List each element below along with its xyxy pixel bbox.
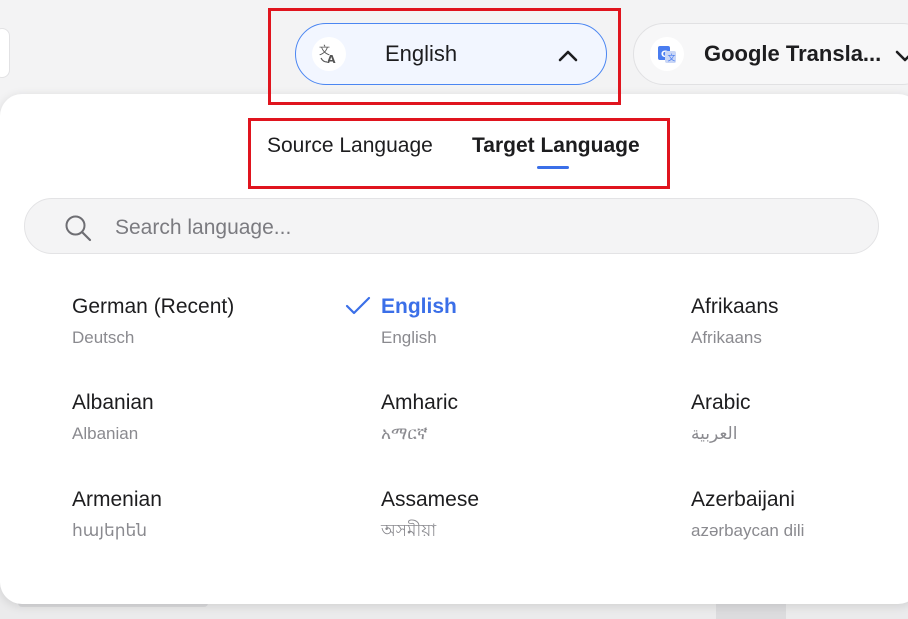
language-option-amharic[interactable]: Amharic አማርኛ	[381, 390, 641, 445]
language-option-arabic[interactable]: Arabic العربية	[691, 390, 908, 445]
language-option-english[interactable]: English English	[345, 294, 641, 349]
language-option-azerbaijani[interactable]: Azerbaijani azərbaycan dili	[691, 487, 908, 542]
language-native-name: አማርኛ	[381, 424, 428, 443]
language-option-german[interactable]: German (Recent) Deutsch	[72, 294, 332, 349]
translation-service-button[interactable]: G 文 Google Transla...	[633, 23, 908, 85]
tab-target-language[interactable]: Target Language	[472, 134, 640, 158]
google-translate-icon: G 文	[650, 37, 684, 71]
language-name: Albanian	[72, 391, 154, 414]
language-native-name: Afrikaans	[691, 328, 762, 347]
svg-text:A: A	[327, 53, 336, 65]
language-native-name: English	[381, 328, 437, 347]
language-name: Afrikaans	[691, 295, 779, 318]
chevron-up-icon	[556, 44, 580, 68]
language-search-box	[24, 198, 879, 254]
language-name: Azerbaijani	[691, 488, 795, 511]
translation-service-label: Google Transla...	[704, 41, 882, 66]
language-name: German (Recent)	[72, 295, 235, 318]
language-selector-label: English	[385, 41, 458, 66]
language-native-name: অসমীয়া	[381, 521, 437, 540]
language-option-afrikaans[interactable]: Afrikaans Afrikaans	[691, 294, 908, 349]
language-option-armenian[interactable]: Armenian հայերեն	[72, 487, 332, 542]
language-name: Armenian	[72, 488, 162, 511]
language-name: Assamese	[381, 488, 480, 511]
language-name: Amharic	[381, 391, 459, 414]
language-native-name: azərbaycan dili	[691, 521, 805, 540]
search-icon	[63, 213, 93, 243]
language-option-assamese[interactable]: Assamese অসমীয়া	[381, 487, 641, 542]
language-name: Arabic	[691, 391, 751, 414]
check-icon	[345, 295, 371, 317]
chevron-down-icon	[893, 44, 908, 68]
svg-text:文: 文	[668, 53, 676, 63]
language-search-input[interactable]	[113, 211, 817, 245]
tab-source-language[interactable]: Source Language	[267, 134, 433, 158]
language-native-name: հայերեն	[72, 521, 148, 540]
language-native-name: Albanian	[72, 424, 139, 443]
language-selector-button[interactable]: 文 A English	[295, 23, 607, 85]
language-option-albanian[interactable]: Albanian Albanian	[72, 390, 332, 445]
active-tab-indicator	[537, 166, 569, 169]
language-native-name: العربية	[691, 424, 738, 443]
translate-icon: 文 A	[312, 37, 346, 71]
left-panel-edge	[0, 28, 10, 78]
language-name: English	[381, 295, 457, 318]
language-dropdown-panel: Source Language Target Language German (…	[0, 94, 908, 604]
language-native-name: Deutsch	[72, 328, 135, 347]
